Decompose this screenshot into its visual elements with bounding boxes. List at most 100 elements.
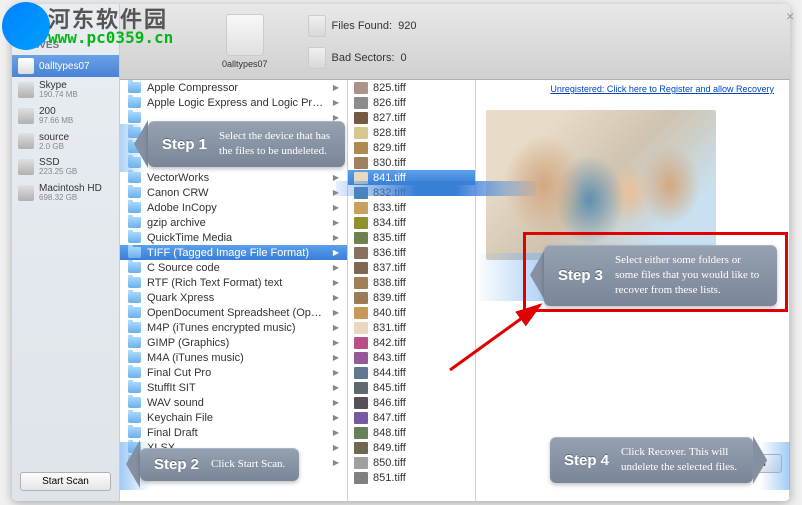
files-found-stat: Files Found: 920 [308,15,417,37]
file-row[interactable]: 830.tiff [348,155,475,170]
folder-row[interactable]: TIFF (Tagged Image File Format) ▶ [120,245,347,260]
device-item[interactable]: SSD 223.25 GB [12,154,119,180]
file-name: 830.tiff [373,157,406,169]
file-row[interactable]: 832.tiff [348,185,475,200]
file-row[interactable]: 838.tiff [348,275,475,290]
file-name: 844.tiff [373,367,406,379]
file-row[interactable]: 833.tiff [348,200,475,215]
folder-row[interactable]: Quark Xpress ▶ [120,290,347,305]
file-name: 834.tiff [373,217,406,229]
folder-icon [128,187,141,198]
folder-row[interactable]: Apple Logic Express and Logic Pro Projec… [120,95,347,110]
file-name: 845.tiff [373,382,406,394]
file-thumbnail-icon [354,127,368,139]
file-name: 825.tiff [373,82,406,94]
folder-label: gzip archive [147,217,327,229]
step2-label: Step 2 [154,456,199,473]
file-name: 843.tiff [373,352,406,364]
chevron-right-icon: ▶ [333,98,339,107]
folder-row[interactable]: Adobe InCopy ▶ [120,200,347,215]
start-scan-button[interactable]: Start Scan [20,472,111,491]
file-name: 850.tiff [373,457,406,469]
folder-icon [128,247,141,258]
folder-row[interactable]: Keychain File ▶ [120,410,347,425]
file-row[interactable]: 847.tiff [348,410,475,425]
file-row[interactable]: 828.tiff [348,125,475,140]
folder-row[interactable]: OpenDocument Spreadsheet (OpenOffice.org… [120,305,347,320]
file-thumbnail-icon [354,82,368,94]
file-name: 829.tiff [373,142,406,154]
file-row[interactable]: 850.tiff [348,455,475,470]
file-row[interactable]: 825.tiff [348,80,475,95]
file-thumbnail-icon [354,412,368,424]
folder-row[interactable]: M4A (iTunes music) ▶ [120,350,347,365]
folder-row[interactable]: GIMP (Graphics) ▶ [120,335,347,350]
file-row[interactable]: 836.tiff [348,245,475,260]
folder-row[interactable]: WAV sound ▶ [120,395,347,410]
disk-icon [18,159,34,175]
device-info: 0alltypes07 [39,61,90,72]
close-button[interactable]: × [786,8,794,16]
file-thumbnail-icon [354,427,368,439]
device-item[interactable]: Macintosh HD 698.32 GB [12,180,119,206]
file-row[interactable]: 851.tiff [348,470,475,485]
folder-row[interactable]: Final Cut Pro ▶ [120,365,347,380]
device-name: 0alltypes07 [39,61,90,72]
folder-icon [128,292,141,303]
file-row[interactable]: 845.tiff [348,380,475,395]
folder-icon [128,262,141,273]
file-name: 831.tiff [373,322,406,334]
device-info: Macintosh HD 698.32 GB [39,183,102,203]
file-thumbnail-icon [354,292,368,304]
file-row[interactable]: 848.tiff [348,425,475,440]
device-item[interactable]: source 2.0 GB [12,129,119,155]
folder-label: Quark Xpress [147,292,327,304]
callout-arrow-icon [134,120,148,168]
file-row[interactable]: 846.tiff [348,395,475,410]
file-row[interactable]: 835.tiff [348,230,475,245]
file-name: 828.tiff [373,127,406,139]
folder-row[interactable]: C Source code ▶ [120,260,347,275]
folder-icon [128,337,141,348]
device-list: 0alltypes07 Skype 190.74 MB 200 97.66 MB… [12,55,119,466]
folder-icon [128,307,141,318]
file-thumbnail-icon [354,307,368,319]
folder-row[interactable]: RTF (Rich Text Format) text ▶ [120,275,347,290]
device-item[interactable]: Skype 190.74 MB [12,77,119,103]
file-name: 839.tiff [373,292,406,304]
file-name: 826.tiff [373,97,406,109]
file-row[interactable]: 827.tiff [348,110,475,125]
device-info: 200 97.66 MB [39,106,73,126]
folder-row[interactable]: Canon CRW ▶ [120,185,347,200]
folder-row[interactable]: Apple Compressor ▶ [120,80,347,95]
file-name: 827.tiff [373,112,406,124]
watermark-url: www.pc0359.cn [48,28,173,47]
device-item[interactable]: 0alltypes07 [12,55,119,77]
folder-row[interactable]: M4P (iTunes encrypted music) ▶ [120,320,347,335]
chevron-right-icon: ▶ [333,413,339,422]
folder-label: RTF (Rich Text Format) text [147,277,327,289]
callout-arrow-icon [126,440,140,488]
folder-row[interactable]: QuickTime Media ▶ [120,230,347,245]
chevron-right-icon: ▶ [333,293,339,302]
device-info: source 2.0 GB [39,132,69,152]
register-link[interactable]: Unregistered: Click here to Register and… [550,84,774,94]
device-item[interactable]: 200 97.66 MB [12,103,119,129]
folder-icon [128,382,141,393]
folder-row[interactable]: VectorWorks ▶ [120,170,347,185]
device-size: 698.32 GB [39,194,102,203]
folder-row[interactable]: Final Draft ▶ [120,425,347,440]
folder-row[interactable]: StuffIt SIT ▶ [120,380,347,395]
file-row[interactable]: 829.tiff [348,140,475,155]
file-row[interactable]: 834.tiff [348,215,475,230]
step4-text: Click Recover. This will undelete the se… [621,445,739,475]
file-thumbnail-icon [354,232,368,244]
file-row[interactable]: 849.tiff [348,440,475,455]
files-found-value: 920 [398,20,416,32]
file-row[interactable]: 837.tiff [348,260,475,275]
file-row[interactable]: 826.tiff [348,95,475,110]
folder-row[interactable]: gzip archive ▶ [120,215,347,230]
file-row[interactable]: 841.tiff [348,170,475,185]
device-info: Skype 190.74 MB [39,80,78,100]
disk-icon [18,82,34,98]
